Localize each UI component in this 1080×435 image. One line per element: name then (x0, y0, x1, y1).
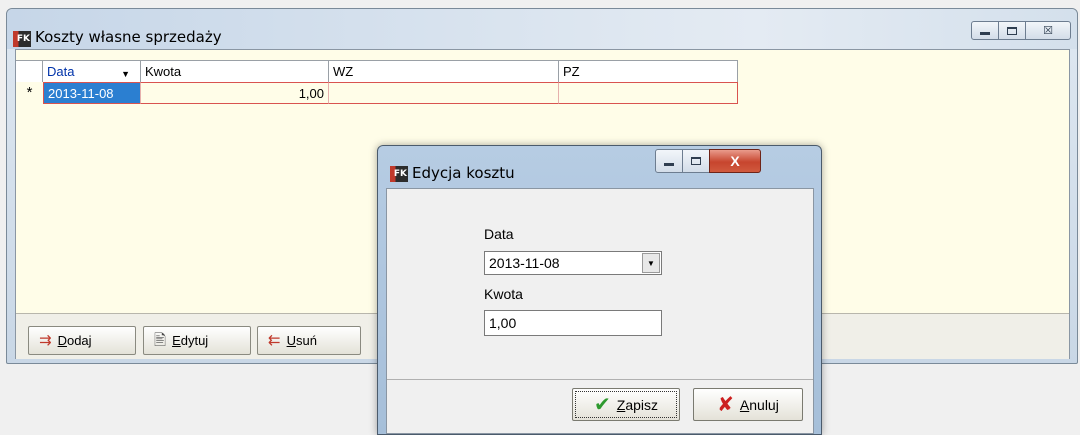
close-icon: X (730, 153, 740, 169)
column-header-data[interactable]: Data ▼ (43, 60, 141, 82)
cell-data[interactable]: 2013-11-08 (43, 82, 141, 104)
row-indicator-header (16, 60, 43, 82)
cell-kwota[interactable]: 1,00 (141, 82, 329, 104)
cell-wz[interactable] (329, 82, 559, 104)
checkmark-icon: ✔ (593, 394, 611, 416)
new-row-marker: * (26, 84, 33, 101)
date-label: Data (484, 226, 514, 242)
column-header-pz[interactable]: PZ (559, 60, 738, 82)
minimize-icon (980, 32, 990, 35)
date-select[interactable]: 2013-11-08 ▼ (484, 251, 662, 275)
delete-row-icon: ⇇ (268, 332, 281, 349)
save-button-label: Zapisz (616, 396, 658, 413)
add-button[interactable]: ⇉ Dodaj (28, 326, 136, 355)
main-caption-buttons: ☒ (971, 21, 1071, 40)
main-titlebar[interactable]: FK Koszty własne sprzedaży ☒ (7, 9, 1077, 49)
amount-field[interactable]: 1,00 (484, 310, 662, 336)
dialog-caption-buttons: X (655, 149, 761, 173)
dialog-minimize-button[interactable] (655, 149, 683, 173)
edit-button[interactable]: 🖹 Edytuj (143, 326, 251, 355)
minimize-button[interactable] (971, 21, 999, 40)
edit-button-label: Edytuj (172, 333, 209, 348)
dialog-title: Edycja kosztu (412, 164, 515, 182)
cross-icon: ✘ (717, 394, 734, 416)
table-row[interactable]: * 2013-11-08 1,00 (16, 82, 738, 104)
minimize-icon (664, 162, 674, 166)
delete-button[interactable]: ⇇ Usuń (257, 326, 361, 355)
maximize-icon (1007, 26, 1017, 35)
column-header-kwota[interactable]: Kwota (141, 60, 329, 82)
dialog-client-area: Data 2013-11-08 ▼ Kwota 1,00 ✔ Zapisz ✘ … (386, 188, 814, 434)
column-header-label: Data (47, 64, 75, 79)
dialog-fields: Data 2013-11-08 ▼ Kwota 1,00 (387, 189, 813, 380)
dialog-maximize-button[interactable] (682, 149, 710, 173)
delete-button-label: Usuń (286, 333, 317, 348)
cancel-button[interactable]: ✘ Anuluj (693, 388, 803, 421)
amount-label: Kwota (484, 286, 523, 302)
column-header-wz[interactable]: WZ (329, 60, 559, 82)
add-row-icon: ⇉ (39, 332, 52, 349)
dialog-close-button[interactable]: X (709, 149, 761, 173)
chevron-down-icon[interactable]: ▼ (642, 253, 660, 273)
app-icon: FK (13, 31, 31, 47)
grid-header: Data ▼ Kwota WZ PZ (16, 60, 738, 82)
close-icon: ☒ (1043, 25, 1053, 37)
maximize-button[interactable] (998, 21, 1026, 40)
app-icon: FK (390, 166, 408, 182)
save-button[interactable]: ✔ Zapisz (572, 388, 680, 421)
cell-pz[interactable] (559, 82, 738, 104)
edit-document-icon: 🖹 (154, 332, 167, 349)
maximize-icon (691, 157, 701, 165)
edit-cost-dialog: FK Edycja kosztu X Data 2013-11-08 ▼ Kwo… (377, 145, 822, 435)
window-title: Koszty własne sprzedaży (35, 28, 222, 46)
dialog-titlebar[interactable]: FK Edycja kosztu X (378, 146, 821, 188)
close-button[interactable]: ☒ (1025, 21, 1071, 40)
cancel-button-label: Anuluj (739, 396, 779, 413)
date-select-value: 2013-11-08 (489, 255, 560, 271)
add-button-label: Dodaj (57, 333, 92, 348)
